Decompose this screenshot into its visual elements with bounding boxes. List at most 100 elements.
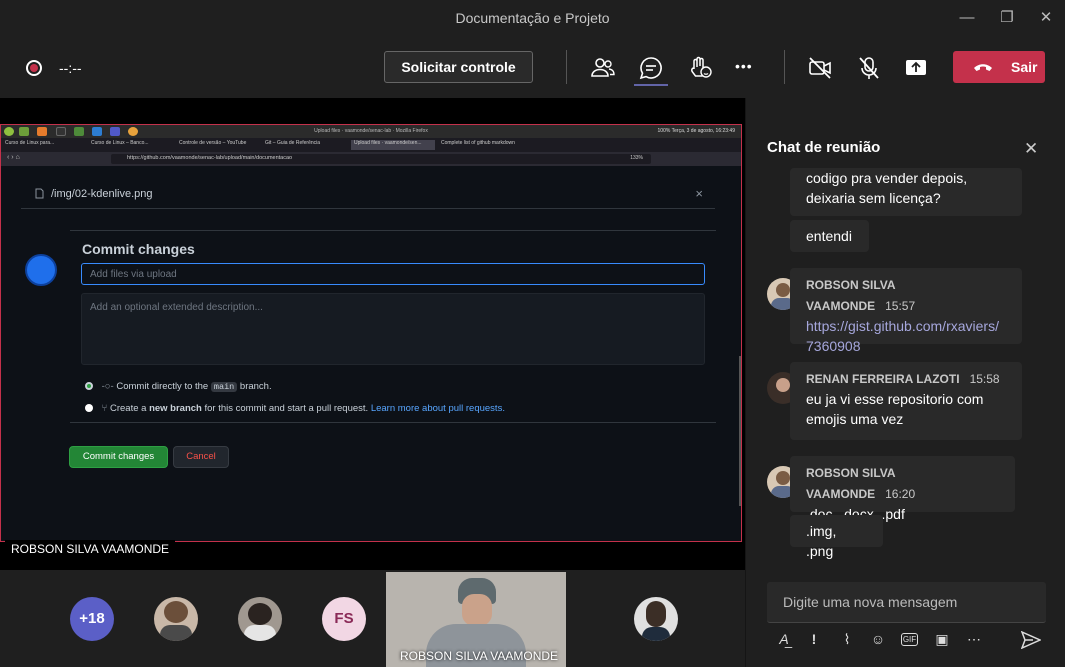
new-branch-bold: new branch [149, 403, 202, 414]
message-author: ROBSON SILVA VAAMONDE [806, 278, 896, 313]
new-branch-label-mid: for this commit and start a pull request… [204, 403, 369, 414]
message-time: 16:20 [885, 487, 916, 501]
browser-window-title: Upload files · vaamonde/senac-lab · Mozi… [314, 128, 428, 134]
remove-file-icon[interactable]: × [695, 186, 703, 201]
close-chat-icon[interactable]: ✕ [1024, 139, 1038, 159]
chat-message: entendi [790, 220, 869, 252]
radio-selected-icon[interactable] [85, 382, 93, 390]
browser-tab-active[interactable]: Upload files · vaamonde/sen... [351, 140, 435, 150]
browser-tab[interactable]: Controle de versão – YouTube [179, 140, 246, 150]
meeting-toolbar: --:-- Solicitar controle ••• Sair [0, 36, 1065, 98]
chat-message: ROBSON SILVA VAAMONDE 16:20 .doc, .docx, … [790, 456, 1015, 522]
hang-up-icon [974, 64, 992, 71]
commit-changes-heading: Commit changes [82, 241, 195, 257]
meeting-timer: --:-- [59, 60, 82, 76]
camera-off-icon[interactable] [806, 54, 834, 82]
browser-url-field[interactable]: https://github.com/vaamonde/senac-lab/up… [111, 154, 651, 164]
meeting-chat-panel: Chat de reunião ✕ codigo pra vender depo… [745, 98, 1065, 667]
more-options-icon[interactable]: ⋯ [965, 631, 983, 649]
system-clock: 100% Terça, 3 de agosto, 16:23:49 [657, 128, 735, 134]
uploaded-file-row: /img/02-kdenlive.png × [21, 176, 715, 209]
linux-panel: Upload files · vaamonde/senac-lab · Mozi… [1, 125, 741, 138]
pull-request-learn-link[interactable]: Learn more about pull requests. [371, 403, 505, 414]
toolbar-divider [566, 50, 567, 84]
chat-icon[interactable] [637, 54, 665, 82]
pull-request-icon: ⑂ [101, 403, 108, 414]
message-time: 15:57 [885, 299, 916, 313]
shared-screen-stage: Upload files · vaamonde/senac-lab · Mozi… [0, 98, 745, 570]
divider [70, 422, 716, 423]
commit-changes-button[interactable]: Commit changes [69, 446, 168, 468]
browser-tab[interactable]: Curso de Linux para... [5, 140, 54, 150]
participant-initials-avatar[interactable]: FS [322, 597, 366, 641]
important-icon[interactable]: ! [805, 631, 823, 649]
file-icon [35, 188, 44, 199]
commit-message-input[interactable]: Add files via upload [81, 263, 705, 285]
participant-avatar[interactable] [238, 597, 282, 641]
browser-url-text: https://github.com/vaamonde/senac-lab/up… [127, 155, 293, 161]
mic-off-icon[interactable] [855, 54, 883, 82]
minimize-button[interactable]: — [957, 8, 977, 28]
send-icon[interactable] [1021, 631, 1041, 649]
recording-icon [26, 60, 42, 76]
participants-icon[interactable] [589, 54, 617, 82]
participant-video[interactable]: ROBSON SILVA VAAMONDE [386, 572, 566, 667]
new-branch-option[interactable]: ⑂ Create a new branch for this commit an… [85, 403, 505, 414]
new-branch-label: Create a [109, 403, 147, 414]
page-scrollbar[interactable] [739, 356, 741, 506]
compose-toolbar: A͟ ! ⌇ ☺ GIF ▣ ⋯ [767, 629, 1046, 653]
commit-direct-option[interactable]: -○- Commit directly to the main branch. [85, 381, 272, 392]
message-text: eu ja vi esse repositorio com emojis uma… [806, 391, 984, 427]
uploaded-file-name: /img/02-kdenlive.png [51, 188, 153, 200]
chat-message: codigo pra vender depois, deixaria sem l… [790, 168, 1022, 216]
emoji-icon[interactable]: ☺ [869, 631, 887, 649]
chat-message: .img, .png [790, 515, 883, 559]
more-actions-icon[interactable]: ••• [735, 58, 763, 86]
message-text: .img, .png [806, 523, 837, 559]
message-link[interactable]: https://gist.github.com/rxaviers/7360908 [806, 316, 1006, 356]
gif-icon[interactable]: GIF [901, 633, 918, 646]
sticker-icon[interactable]: ▣ [933, 631, 951, 649]
radio-unselected-icon[interactable] [85, 404, 93, 412]
browser-nav-icon[interactable]: ‹ › ⌂ [7, 154, 20, 161]
browser-tab-strip: Curso de Linux para... Curso de Linux – … [1, 138, 741, 152]
request-control-button[interactable]: Solicitar controle [384, 51, 533, 83]
browser-zoom: 133% [630, 155, 643, 161]
share-screen-icon[interactable] [902, 54, 930, 82]
user-avatar [25, 254, 57, 286]
github-upload-page: /img/02-kdenlive.png × Commit changes Ad… [1, 166, 741, 541]
message-text: entendi [806, 228, 852, 244]
format-icon[interactable]: A͟ [775, 631, 793, 649]
close-window-button[interactable]: ✕ [1036, 8, 1056, 28]
leave-label: Sair [1011, 59, 1038, 75]
chat-message: ROBSON SILVA VAAMONDE 15:57 https://gist.… [790, 268, 1022, 354]
attach-icon[interactable]: ⌇ [838, 631, 856, 649]
compose-message-input[interactable]: Digite uma nova mensagem [767, 582, 1046, 623]
browser-toolbar: ‹ › ⌂ https://github.com/vaamonde/senac-… [1, 152, 741, 166]
reactions-icon[interactable] [687, 54, 715, 82]
browser-tab[interactable]: Git – Guia de Referência [265, 140, 320, 150]
leave-button[interactable]: Sair [953, 51, 1045, 83]
restore-button[interactable]: ❐ [997, 8, 1017, 28]
commit-direct-label: Commit directly to the [116, 381, 209, 392]
commit-icon: -○- [101, 381, 114, 392]
commit-changes-box: Commit changes Add files via upload Add … [70, 230, 716, 454]
participant-avatar[interactable] [634, 597, 678, 641]
commit-description-input[interactable]: Add an optional extended description... [81, 293, 705, 365]
cancel-button[interactable]: Cancel [173, 446, 229, 468]
video-participant-name: ROBSON SILVA VAAMONDE [400, 649, 559, 663]
browser-tab[interactable]: Curso de Linux – Banco... [91, 140, 149, 150]
message-time: 15:58 [969, 372, 1000, 386]
message-text: codigo pra vender depois, deixaria sem l… [806, 170, 968, 206]
window-titlebar: Documentação e Projeto — ❐ ✕ [0, 0, 1065, 36]
commit-direct-label-end: branch. [239, 381, 272, 392]
participants-strip: +18 FS ROBSON SILVA VAAMONDE [0, 570, 745, 667]
participant-avatar[interactable] [154, 597, 198, 641]
more-participants-badge[interactable]: +18 [70, 597, 114, 641]
chat-title: Chat de reunião [767, 139, 881, 156]
browser-tab[interactable]: Complete list of github markdown [441, 140, 515, 150]
presenter-name-tag: ROBSON SILVA VAAMONDE [5, 540, 176, 560]
chat-active-indicator [634, 84, 668, 86]
window-title: Documentação e Projeto [455, 10, 610, 26]
branch-name: main [210, 382, 238, 392]
